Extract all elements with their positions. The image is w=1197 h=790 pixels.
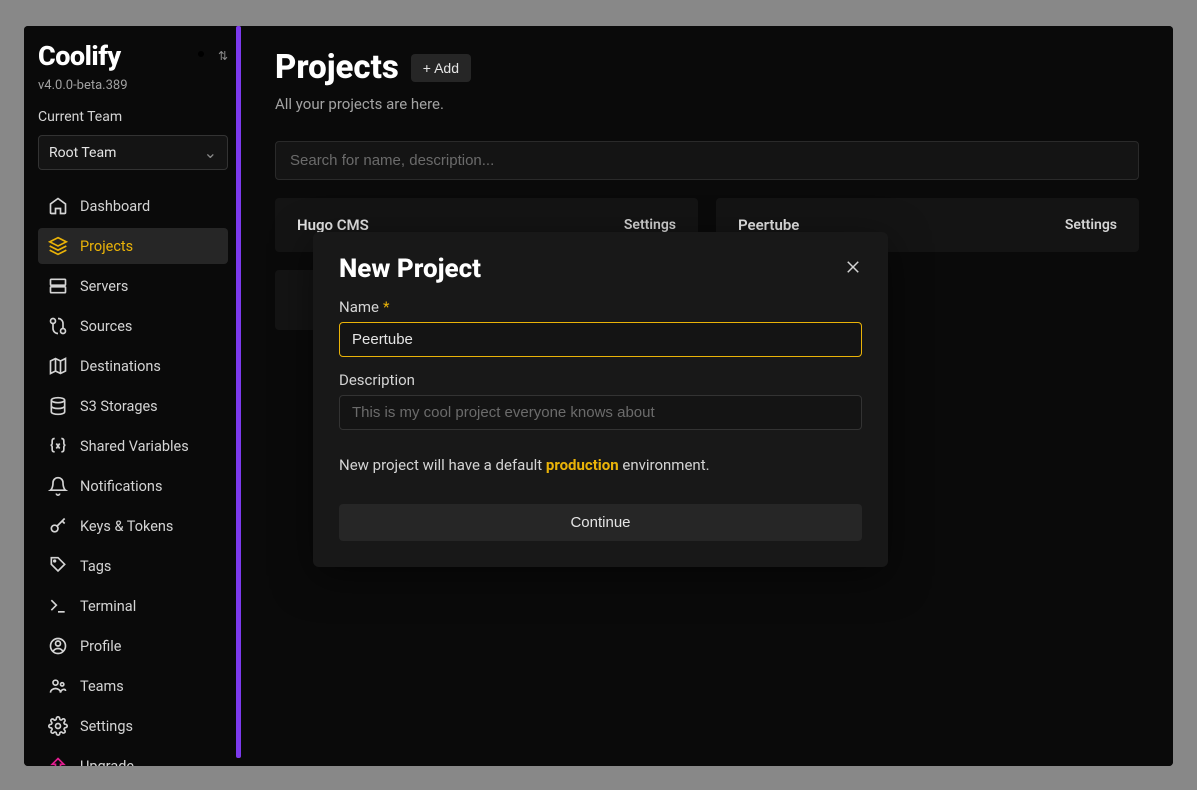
name-field-label: Name* [339, 298, 862, 316]
modal-backdrop: New Project Name* Description New projec… [24, 26, 1173, 766]
new-project-modal: New Project Name* Description New projec… [313, 232, 888, 567]
continue-button[interactable]: Continue [339, 504, 862, 541]
environment-hint: New project will have a default producti… [339, 456, 862, 474]
name-field[interactable] [339, 322, 862, 357]
description-field-label: Description [339, 371, 862, 389]
modal-title: New Project [339, 254, 481, 284]
description-field[interactable] [339, 395, 862, 430]
close-icon[interactable] [844, 258, 862, 281]
